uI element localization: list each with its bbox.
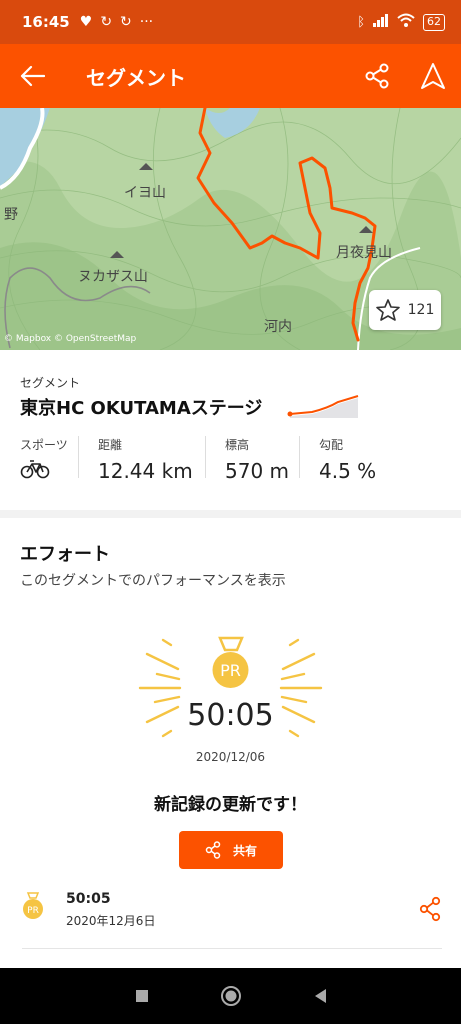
stat-label: スポーツ [20,438,68,452]
wifi-icon [397,13,415,31]
status-time: 16:45 [22,13,70,31]
pr-medal-icon: PR [23,892,43,919]
effort-time: 50:05 [66,891,111,907]
stat-label: 距離 [98,438,123,452]
star-count: 121 [407,302,435,318]
new-record-message: 新記録の更新です！ [154,795,307,815]
map-attribution[interactable]: © Mapbox © OpenStreetMap [4,334,136,344]
share-effort-button[interactable]: 共有 [179,831,283,869]
recents-icon[interactable] [134,988,150,1004]
share-icon [365,63,389,89]
heart-icon: ♥ [79,14,93,30]
map-label-kawachi: 河内 [264,319,292,335]
map-label-nukazasu: ヌカザス山 [78,269,148,285]
pr-date: 2020/12/06 [195,750,266,764]
sync-icon: ↻ [100,14,113,30]
stat-label: 標高 [225,438,250,452]
stat-value: 4.5 % [319,459,377,483]
share-button[interactable] [349,44,405,108]
segment-name: 東京HC OKUTAMAステージ [20,398,263,419]
more-dots-icon: ··· [139,14,154,30]
share-icon [419,896,441,922]
stat-label: 勾配 [319,438,344,452]
segment-info: セグメント 東京HC OKUTAMAステージ スポーツ 距離 12.44 km … [0,350,461,510]
back-arrow-icon [20,65,45,87]
effort-section: エフォート このセグメントでのパフォーマンスを表示 PR 50:05 2020/… [0,518,461,970]
effort-subtitle: このセグメントでのパフォーマンスを表示 [20,573,286,589]
app-bar: セグメント [0,44,461,108]
system-nav-bar [0,968,461,1024]
effort-list-item[interactable]: PR 50:05 2020年12月6日 [0,884,461,948]
elevation-profile-icon [287,395,359,418]
pr-badge-text: PR [27,906,39,916]
status-bar: 16:45 ♥ ↻ ↻ ··· ᛒ 62 [0,0,461,44]
sync-icon: ↻ [120,14,132,30]
segment-label: セグメント [20,376,81,390]
section-divider [0,510,461,518]
pr-time: 50:05 [187,698,274,733]
bluetooth-icon: ᛒ [357,14,365,30]
pr-badge-text: PR [220,661,241,680]
signal-icon [373,13,389,31]
share-icon [205,841,221,859]
effort-title: エフォート [20,544,110,565]
back-nav-icon[interactable] [312,987,328,1005]
star-segment-button[interactable]: 121 [369,290,441,330]
map-label-tsukiyomi: 月夜見山 [336,245,392,261]
stat-grade: 勾配 4.5 % [299,436,419,484]
stat-distance: 距離 12.44 km [78,436,205,484]
navigation-arrow-icon [421,63,445,89]
stat-value: 12.44 km [98,459,193,483]
page-title: セグメント [86,65,186,90]
share-label: 共有 [232,843,257,858]
map-label-iyo: イヨ山 [124,185,166,201]
effort-share-button[interactable] [418,896,442,926]
battery-icon: 62 [423,13,445,31]
navigate-button[interactable] [405,44,461,108]
back-button[interactable] [0,44,64,108]
stat-value: 570 m [225,459,290,483]
home-icon[interactable] [220,985,242,1007]
star-icon [375,299,400,321]
stat-elevation: 標高 570 m [205,436,299,484]
effort-date: 2020年12月6日 [66,914,156,928]
list-divider [22,948,442,949]
bicycle-icon [20,460,50,479]
map-label-no: 野 [4,207,18,223]
stat-sport: スポーツ [0,436,78,484]
